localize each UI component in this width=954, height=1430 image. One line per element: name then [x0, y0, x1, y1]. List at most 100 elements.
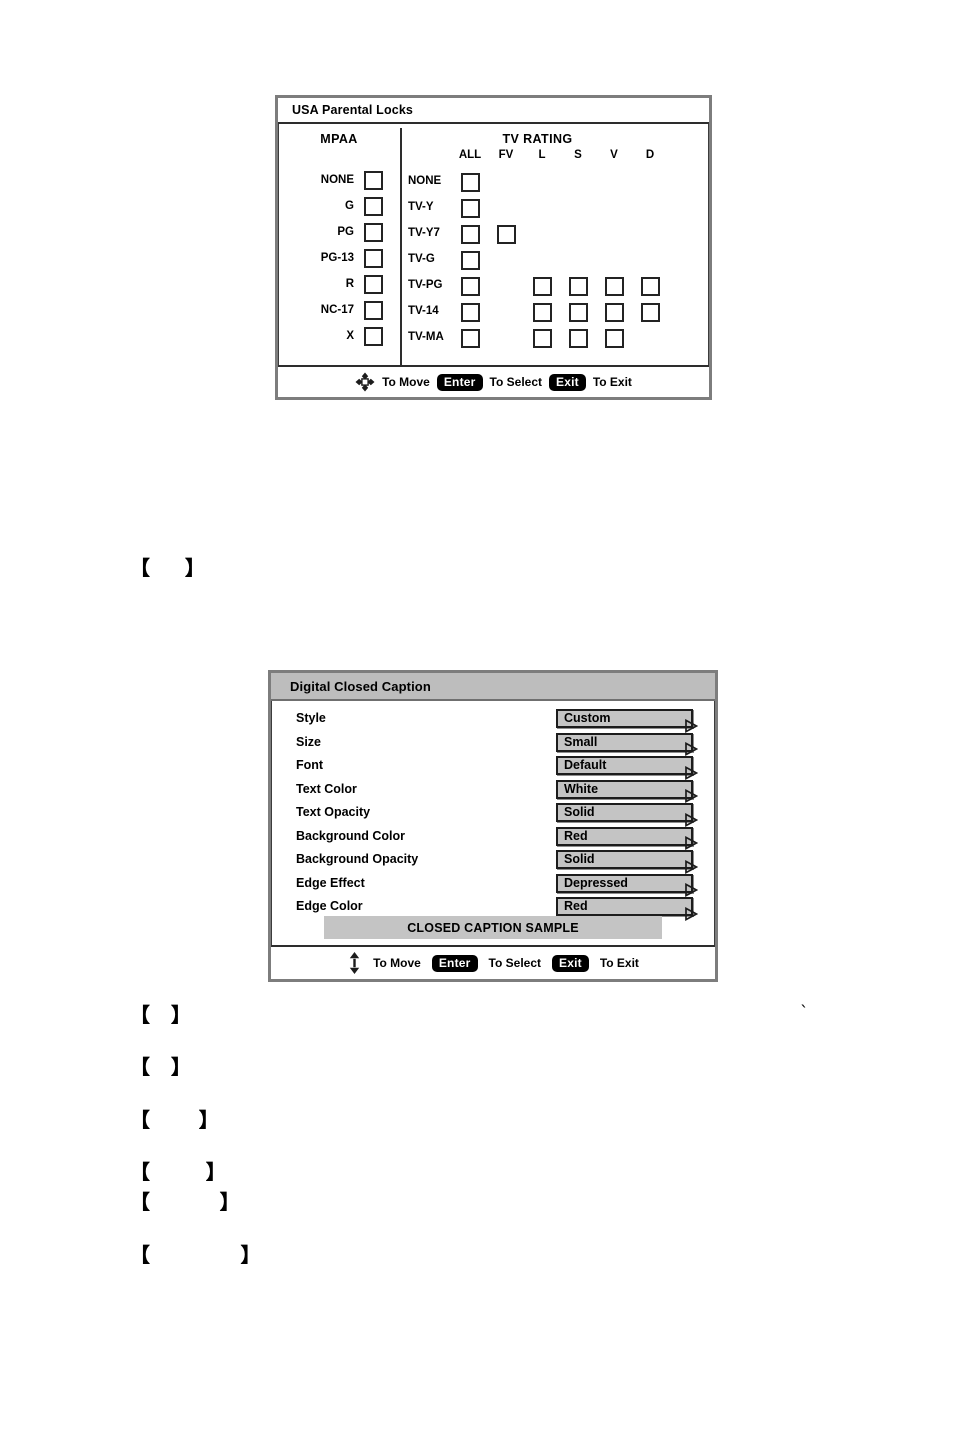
tv-rating-checkbox[interactable] [532, 277, 552, 296]
dcc-setting-label: Size [296, 734, 322, 749]
tv-rating-checkbox[interactable] [640, 277, 660, 296]
dcc-panel-body: Style Custom Size Small Font Default Text Colo… [271, 701, 715, 979]
tv-rating-list: NONE TV-Y TV-Y7 TV-G TV-PG TV-14 TV-MA [402, 171, 709, 353]
tv-rating-checkbox[interactable] [604, 329, 624, 348]
bracket-placeholder: 【 】 [130, 1108, 219, 1132]
dcc-value-selector[interactable]: Solid [556, 803, 699, 827]
dcc-setting-row: Size Small [271, 731, 715, 757]
dcc-hint-bar: To Move Enter To Select Exit To Exit [271, 945, 715, 979]
dcc-value-selector[interactable]: Red [556, 897, 699, 921]
tv-rating-checkbox-slot [455, 277, 485, 296]
tv-rating-checkbox[interactable] [460, 199, 480, 218]
dcc-setting-label: Text Color [296, 781, 357, 796]
tv-rating-checkbox[interactable] [568, 329, 588, 348]
mpaa-row-label: NC-17 [320, 304, 354, 316]
tv-rating-checkbox-slot [599, 329, 629, 348]
tv-rating-checkbox-slot [455, 173, 485, 192]
tv-rating-checkbox[interactable] [460, 277, 480, 296]
dcc-value-text: Small [564, 734, 598, 749]
tv-rating-row-label: TV-G [408, 253, 435, 265]
mpaa-checkbox[interactable] [364, 300, 383, 320]
closed-caption-sample-text: CLOSED CAPTION SAMPLE [407, 920, 579, 935]
tv-rating-row: TV-PG [402, 275, 709, 301]
dcc-value-selector[interactable]: Red [556, 826, 699, 851]
dcc-exit-hint: To Exit [599, 956, 639, 970]
dcc-value-text: Solid [564, 805, 595, 820]
dpad-icon [355, 372, 375, 392]
tv-rating-checkbox[interactable] [460, 251, 480, 270]
mpaa-checkbox[interactable] [364, 274, 383, 294]
dcc-value-selector[interactable]: Small [556, 732, 699, 757]
exit-keycap[interactable]: Exit [552, 954, 589, 972]
tv-rating-row: TV-G [402, 249, 709, 275]
mpaa-row: X [278, 323, 400, 349]
tv-rating-checkbox-slot [455, 329, 485, 348]
tv-rating-checkbox[interactable] [568, 303, 588, 322]
tv-rating-checkbox[interactable] [460, 303, 480, 322]
bracket-placeholder: 【 】 [130, 1003, 191, 1027]
parental-panel-title: USA Parental Locks [292, 103, 414, 117]
tv-rating-column-header: S [574, 149, 582, 161]
tv-rating-column: TV RATING ALL FV L S V D NONE TV-Y TV-Y7 TV-G TV-… [402, 124, 709, 353]
tv-rating-checkbox[interactable] [460, 225, 480, 244]
tv-rating-row: TV-14 [402, 301, 709, 327]
mpaa-heading: MPAA [320, 132, 358, 146]
tv-rating-checkbox-slot [527, 303, 557, 322]
tv-rating-column-header: ALL [458, 149, 482, 161]
mpaa-row: NC-17 [278, 297, 400, 323]
dcc-setting-label: Background Opacity [296, 852, 419, 866]
enter-keycap[interactable]: Enter [436, 373, 483, 391]
mpaa-checkbox[interactable] [364, 170, 383, 190]
tv-rating-checkbox[interactable] [604, 303, 624, 322]
mpaa-rating-list: NONE G PG PG-13 R NC-17 X [278, 167, 400, 349]
tv-rating-row-label: TV-MA [408, 331, 444, 343]
mpaa-checkbox[interactable] [364, 196, 383, 216]
tv-rating-checkbox[interactable] [460, 329, 480, 348]
tv-rating-row-label: NONE [408, 175, 442, 187]
tv-rating-checkbox[interactable] [532, 303, 552, 322]
dcc-value-selector[interactable]: Custom [556, 709, 699, 733]
dcc-setting-label: Edge Effect [296, 875, 365, 890]
tv-rating-column-header: V [610, 149, 618, 161]
enter-keycap[interactable]: Enter [431, 954, 478, 972]
dcc-setting-label: Background Color [296, 828, 406, 843]
dcc-value-text: Solid [564, 852, 595, 867]
mpaa-checkbox[interactable] [364, 222, 383, 242]
mpaa-row: G [278, 193, 400, 219]
usa-parental-locks-panel: USA Parental Locks MPAA NONE G PG PG-13 R NC-… [275, 95, 712, 400]
dcc-value-text: Custom [564, 711, 611, 726]
tv-rating-checkbox[interactable] [496, 225, 516, 244]
dcc-value-selector[interactable]: White [556, 779, 699, 804]
parental-move-hint: To Move [382, 375, 430, 389]
parental-panel-titlebar: USA Parental Locks [278, 98, 709, 124]
mpaa-checkbox[interactable] [364, 326, 383, 346]
dcc-setting-row: Text Color White [271, 778, 715, 804]
mpaa-row-label: NONE [320, 174, 354, 186]
dcc-value-selector[interactable]: Default [556, 756, 699, 780]
tv-rating-checkbox[interactable] [604, 277, 624, 296]
tv-rating-checkbox[interactable] [640, 303, 660, 322]
dcc-settings-list: Style Custom Size Small Font Default Text Colo… [271, 707, 715, 921]
exit-keycap[interactable]: Exit [549, 373, 586, 391]
dcc-setting-row: Edge Color Red [271, 895, 715, 921]
tv-rating-column-headers: ALL FV L S V D [402, 149, 709, 168]
dcc-value-selector[interactable]: Solid [556, 850, 699, 874]
tv-rating-checkbox-slot [455, 303, 485, 322]
parental-panel-body: MPAA NONE G PG PG-13 R NC-17 X TV RATING ALL FV… [278, 124, 709, 397]
tv-rating-checkbox-slot [599, 277, 629, 296]
tv-rating-checkbox[interactable] [460, 173, 480, 192]
tv-rating-checkbox[interactable] [532, 329, 552, 348]
dcc-setting-label: Edge Color [296, 899, 363, 913]
mpaa-row-label: G [345, 200, 354, 212]
dcc-setting-row: Background Color Red [271, 825, 715, 851]
dcc-setting-row: Background Opacity Solid [271, 848, 715, 874]
mpaa-checkbox[interactable] [364, 248, 383, 268]
dcc-value-selector[interactable]: Depressed [556, 873, 699, 898]
tv-rating-checkbox-slot [491, 225, 521, 244]
dcc-value-text: Red [564, 899, 588, 914]
tv-rating-row: TV-MA [402, 327, 709, 353]
dcc-setting-label: Style [296, 711, 326, 725]
tv-rating-checkbox[interactable] [568, 277, 588, 296]
tv-rating-row: TV-Y7 [402, 223, 709, 249]
dcc-setting-row: Style Custom [271, 707, 715, 733]
